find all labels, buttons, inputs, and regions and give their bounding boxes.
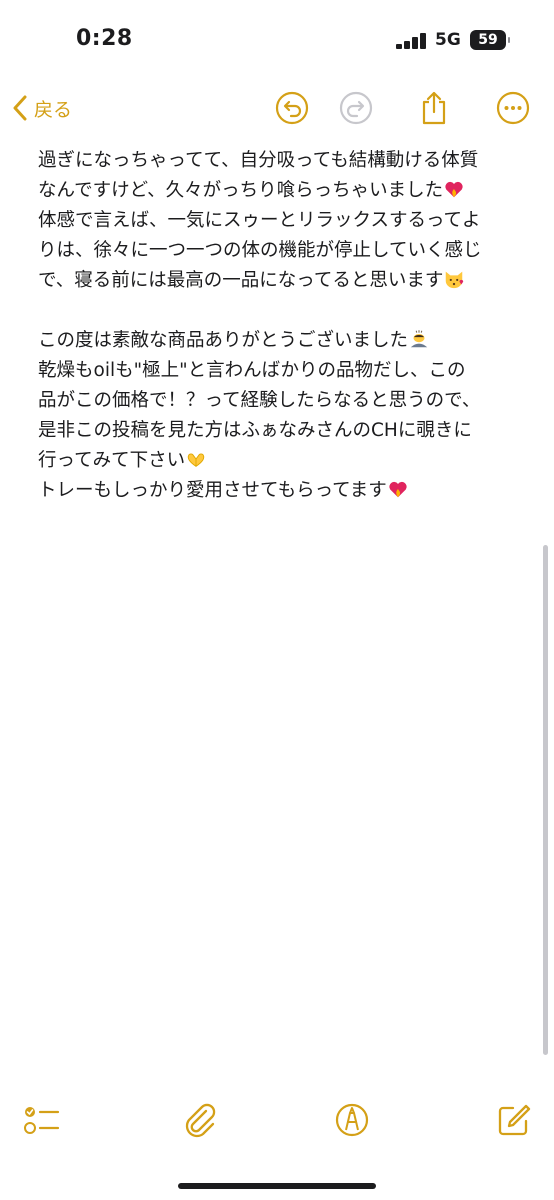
attachment-button[interactable] — [180, 1100, 220, 1140]
bowing-person-emoji — [410, 330, 428, 348]
bottom-toolbar — [0, 1090, 554, 1150]
redo-button[interactable] — [336, 88, 376, 128]
share-button[interactable] — [414, 88, 454, 128]
heart-on-fire-emoji — [445, 181, 463, 198]
cellular-signal-icon — [396, 33, 430, 49]
more-button[interactable] — [493, 88, 533, 128]
note-line: で、寝る前には最高の一品になってると思います — [38, 266, 528, 296]
more-icon — [496, 91, 530, 125]
kissing-cat-emoji — [446, 271, 464, 289]
heart-on-fire-emoji — [389, 481, 407, 498]
note-line: 体感で言えば、一気にスゥーとリラックスするってよ — [38, 210, 481, 231]
undo-icon — [275, 91, 309, 125]
note-line: トレーもしっかり愛用させてもらってます — [38, 476, 528, 506]
note-line: 是非この投稿を見た方はふぁなみさんのCHに覗きに — [38, 420, 472, 441]
note-line: 過ぎになっちゃってて、自分吸っても結構動ける体質 — [38, 150, 479, 171]
back-label: 戻る — [34, 98, 73, 121]
note-line: 乾燥もoilも"極上"と言わんばかりの品物だし、この — [38, 360, 466, 381]
scrolled-text-faded — [40, 6, 520, 34]
compose-icon — [498, 1104, 531, 1136]
note-line: りは、徐々に一つ一つの体の機能が停止していく感じ — [38, 240, 482, 261]
home-indicator — [178, 1183, 376, 1189]
note-line: なんですけど、久々がっちり喰らっちゃいました — [38, 176, 528, 206]
undo-button[interactable] — [272, 88, 312, 128]
note-body[interactable]: 過ぎになっちゃってて、自分吸っても結構動ける体質 なんですけど、久々がっちり喰ら… — [38, 146, 528, 506]
checklist-icon — [24, 1107, 60, 1134]
note-line: この度は素敵な商品ありがとうございました — [38, 326, 528, 356]
chevron-left-icon — [13, 95, 27, 121]
markup-pen-icon — [335, 1103, 369, 1137]
note-line: 行ってみて下さい — [38, 446, 528, 476]
navigation-bar: 戻る — [0, 80, 554, 136]
share-icon — [422, 91, 446, 125]
markup-button[interactable] — [332, 1100, 372, 1140]
redo-icon — [339, 91, 373, 125]
scroll-indicator[interactable] — [543, 545, 548, 1055]
heart-hands-emoji — [187, 453, 205, 467]
checklist-button[interactable] — [22, 1100, 62, 1140]
note-line: 品がこの価格で！？って経験したらなると思うので、 — [38, 390, 481, 411]
compose-button[interactable] — [494, 1100, 534, 1140]
back-button[interactable]: 戻る — [12, 88, 72, 128]
paperclip-icon — [185, 1103, 216, 1138]
